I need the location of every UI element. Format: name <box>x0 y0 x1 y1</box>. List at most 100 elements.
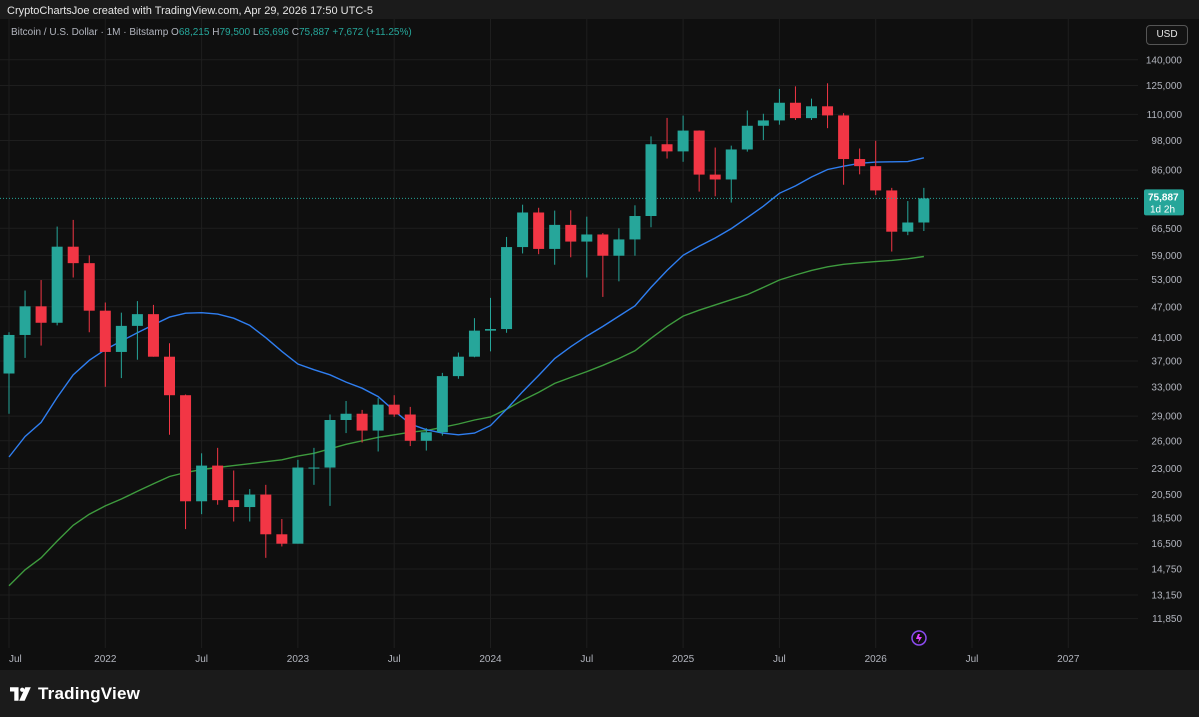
bar-countdown: 1d 2h <box>1150 204 1175 215</box>
candle-body <box>180 395 192 502</box>
candle-body <box>468 330 480 357</box>
candle <box>709 147 721 197</box>
candle <box>212 447 224 505</box>
candle <box>757 113 769 141</box>
candle <box>324 414 336 506</box>
candle <box>388 395 400 417</box>
candle <box>597 233 609 297</box>
currency-button[interactable]: USD <box>1146 25 1188 45</box>
candle-body <box>565 224 577 242</box>
candle-body <box>436 376 448 433</box>
candle-body <box>388 404 400 415</box>
candle-body <box>709 174 721 180</box>
close-value: 75,887 <box>298 27 330 38</box>
candle-body <box>131 314 143 326</box>
time-tick-label: 2027 <box>1057 654 1080 665</box>
candle <box>244 489 256 522</box>
candle-body <box>822 106 834 116</box>
close-label: C <box>291 27 299 38</box>
spark-icon[interactable] <box>911 630 927 646</box>
candle <box>452 352 464 379</box>
candle <box>196 453 208 515</box>
candle-body <box>918 198 930 223</box>
price-tick-label: 20,500 <box>1151 490 1182 501</box>
candle-body <box>99 310 111 352</box>
candle <box>340 400 352 434</box>
candle <box>789 86 801 120</box>
candle <box>838 113 850 185</box>
price-tick-label: 23,000 <box>1151 464 1182 475</box>
price-tick-label: 18,500 <box>1151 513 1182 524</box>
candle <box>886 187 898 252</box>
candle-body <box>404 414 416 441</box>
candle <box>517 204 529 254</box>
price-tick-label: 47,000 <box>1151 302 1182 313</box>
time-tick-label: 2026 <box>865 654 888 665</box>
candle <box>180 394 192 530</box>
candle <box>629 205 641 256</box>
candle-body <box>902 222 914 232</box>
candle <box>565 210 577 258</box>
candle-body <box>854 159 866 167</box>
candle <box>485 297 496 352</box>
candle <box>356 409 368 443</box>
candle-body <box>115 325 127 352</box>
candle-body <box>838 115 850 160</box>
price-tick-label: 11,850 <box>1152 614 1182 625</box>
ma-slow-line <box>8 255 924 587</box>
candle-body <box>51 246 63 323</box>
candle-body <box>372 404 384 431</box>
candle <box>292 459 304 544</box>
candle-body <box>324 420 336 468</box>
tradingview-footer[interactable]: TradingView <box>10 684 140 704</box>
candle-body <box>260 494 272 535</box>
candle <box>115 312 127 379</box>
price-tick-label: 98,000 <box>1151 136 1182 147</box>
candle-body <box>228 500 240 508</box>
candle-body <box>3 334 15 374</box>
time-tick-label: Jul <box>773 654 786 665</box>
price-tick-label: 110,000 <box>1147 110 1183 121</box>
high-value: 79,500 <box>219 27 251 38</box>
candle-body <box>308 467 320 469</box>
candle <box>661 117 673 159</box>
price-tick-label: 14,750 <box>1151 565 1182 576</box>
candle <box>613 228 625 282</box>
candle-body <box>340 413 352 421</box>
candle-body <box>67 246 79 264</box>
price-chart[interactable]: 11,850 13,150 14,750 16,500 18,500 20,500 23,0… <box>0 0 1199 680</box>
candle-body <box>19 306 31 335</box>
price-tick-label: 53,000 <box>1151 275 1182 286</box>
candle-body <box>629 216 641 240</box>
price-tick-label: 59,000 <box>1151 251 1182 262</box>
candle <box>677 115 689 162</box>
symbol-title: Bitcoin / U.S. Dollar · 1M · Bitstamp <box>11 27 169 38</box>
candle <box>147 304 159 357</box>
candle <box>260 484 272 558</box>
time-tick-label: 2025 <box>672 654 695 665</box>
low-value: 65,696 <box>258 27 289 38</box>
price-tick-label: 13,150 <box>1151 591 1182 602</box>
candle-body <box>533 212 545 249</box>
chart-grid <box>0 19 1138 648</box>
candle <box>436 372 448 436</box>
candle <box>693 130 705 192</box>
change-value: +7,672 (+11.25%) <box>332 27 412 38</box>
candle-body <box>35 306 47 323</box>
time-tick-label: Jul <box>388 654 401 665</box>
candle <box>468 318 480 358</box>
candle <box>581 216 593 278</box>
candle-body <box>870 166 882 191</box>
candle <box>902 201 914 236</box>
candle-body <box>886 190 898 232</box>
candle-body <box>693 130 705 175</box>
price-tick-label: 140,000 <box>1146 55 1183 66</box>
candle <box>404 406 416 447</box>
candle-body <box>276 534 288 544</box>
ma-fast-line <box>8 157 925 458</box>
tradingview-brand: TradingView <box>38 684 141 703</box>
last-price-tag: 75,887 1d 2h <box>1144 189 1184 216</box>
candle <box>35 280 47 346</box>
candle-body <box>613 239 625 256</box>
candle-body <box>725 149 737 180</box>
